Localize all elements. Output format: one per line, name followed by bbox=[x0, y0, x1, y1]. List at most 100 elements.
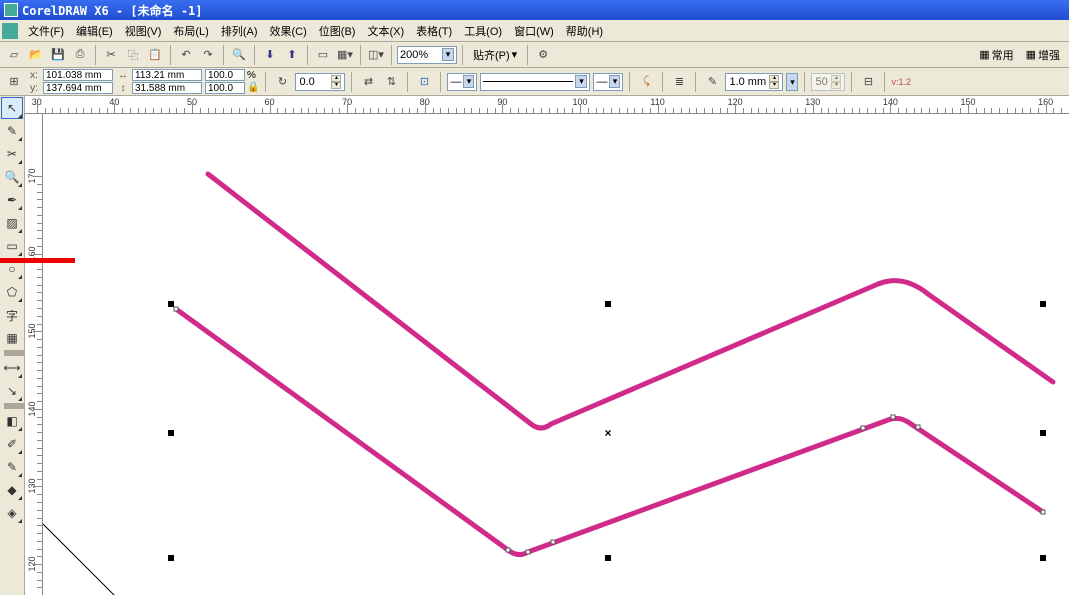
menu-item[interactable]: 效果(C) bbox=[264, 21, 313, 41]
wrap-text-button[interactable]: ≣ bbox=[669, 72, 689, 92]
new-button[interactable]: ▱ bbox=[4, 45, 24, 65]
menu-item[interactable]: 工具(O) bbox=[458, 21, 508, 41]
table-tool[interactable]: ▦ bbox=[1, 327, 23, 349]
undo-button[interactable]: ↶ bbox=[176, 45, 196, 65]
cut-button[interactable]: ✂ bbox=[101, 45, 121, 65]
menu-item[interactable]: 布局(L) bbox=[167, 21, 214, 41]
selection-handle[interactable] bbox=[1040, 301, 1046, 307]
scale-x-input[interactable]: 100.0 bbox=[205, 69, 245, 81]
curve-node[interactable] bbox=[1041, 510, 1046, 515]
curve-node[interactable] bbox=[506, 548, 511, 553]
curve-node[interactable] bbox=[861, 426, 866, 431]
freehand-tool[interactable]: ✒ bbox=[1, 189, 23, 211]
menu-item[interactable]: 编辑(E) bbox=[70, 21, 119, 41]
mirror-h-button[interactable]: ⇄ bbox=[358, 72, 378, 92]
doc-icon bbox=[2, 23, 18, 39]
publish-button[interactable]: ▭ bbox=[313, 45, 333, 65]
curve-node[interactable] bbox=[916, 425, 921, 430]
version-label: v:1.2 bbox=[891, 77, 911, 87]
open-button[interactable]: 📂 bbox=[26, 45, 46, 65]
lock-icon[interactable]: 🔒 bbox=[247, 82, 259, 93]
line-style-select[interactable]: ▾ bbox=[480, 73, 590, 91]
common-button[interactable]: ▦ 常用 bbox=[974, 45, 1018, 65]
width-input[interactable]: 113.21 mm bbox=[132, 69, 202, 81]
smart-fill-tool[interactable]: ▨ bbox=[1, 212, 23, 234]
flyout-indicator bbox=[18, 160, 22, 164]
zoom-tool[interactable]: 🔍 bbox=[1, 166, 23, 188]
export-button[interactable]: ⬆ bbox=[282, 45, 302, 65]
effects-tool[interactable]: ◧ bbox=[1, 410, 23, 432]
shape-tool[interactable]: ✎ bbox=[1, 120, 23, 142]
text-tool[interactable]: 字 bbox=[1, 304, 23, 326]
flyout-indicator bbox=[18, 450, 22, 454]
options-button[interactable]: ⚙ bbox=[533, 45, 553, 65]
redo-button[interactable]: ↷ bbox=[198, 45, 218, 65]
rectangle-tool[interactable]: ▭ bbox=[1, 235, 23, 257]
start-arrow-select[interactable]: —▾ bbox=[447, 73, 477, 91]
flyout-indicator bbox=[18, 298, 22, 302]
y-label-icon: y: bbox=[27, 82, 41, 94]
rotation-input[interactable]: 0.0 ▴▾ bbox=[295, 73, 345, 91]
menu-item[interactable]: 表格(T) bbox=[410, 21, 458, 41]
menu-item[interactable]: 位图(B) bbox=[313, 21, 362, 41]
connector-tool[interactable]: ↘ bbox=[1, 380, 23, 402]
selection-handle[interactable] bbox=[168, 430, 174, 436]
menu-item[interactable]: 帮助(H) bbox=[560, 21, 609, 41]
dimension-tool[interactable]: ⟷ bbox=[1, 357, 23, 379]
flyout-indicator bbox=[18, 183, 22, 187]
polygon-tool[interactable]: ⬠ bbox=[1, 281, 23, 303]
interactive-fill-tool[interactable]: ◈ bbox=[1, 502, 23, 524]
chevron-down-icon: ▾ bbox=[442, 48, 454, 61]
combine-button[interactable]: ⊡ bbox=[414, 72, 434, 92]
selection-center[interactable]: × bbox=[604, 426, 611, 440]
app-launcher-button[interactable]: ▦▾ bbox=[335, 45, 355, 65]
mirror-v-button[interactable]: ⇅ bbox=[381, 72, 401, 92]
search-button[interactable]: 🔍 bbox=[229, 45, 249, 65]
menu-item[interactable]: 文件(F) bbox=[22, 21, 70, 41]
selection-handle[interactable] bbox=[605, 301, 611, 307]
y-position-input[interactable]: 137.694 mm bbox=[43, 82, 113, 94]
import-button[interactable]: ⬇ bbox=[260, 45, 280, 65]
flyout-indicator bbox=[18, 206, 22, 210]
pick-tool[interactable]: ↖ bbox=[1, 97, 23, 119]
flyout-indicator bbox=[18, 137, 22, 141]
property-bar: ⊞ x: y: 101.038 mm 137.694 mm ↔ ↕ 113.21… bbox=[0, 68, 1069, 96]
convert-button[interactable]: ⊟ bbox=[858, 72, 878, 92]
selection-handle[interactable] bbox=[1040, 430, 1046, 436]
eyedropper-tool[interactable]: ✐ bbox=[1, 433, 23, 455]
selection-handle[interactable] bbox=[1040, 555, 1046, 561]
curve-node[interactable] bbox=[551, 540, 556, 545]
toolbox-separator bbox=[4, 403, 26, 409]
menu-item[interactable]: 文本(X) bbox=[361, 21, 410, 41]
chevron-down-icon[interactable]: ▾ bbox=[786, 73, 798, 91]
flyout-indicator bbox=[18, 427, 22, 431]
fill-tool[interactable]: ◆ bbox=[1, 479, 23, 501]
curve-node[interactable] bbox=[891, 415, 896, 420]
selection-handle[interactable] bbox=[168, 555, 174, 561]
curve-node[interactable] bbox=[526, 550, 531, 555]
menu-item[interactable]: 视图(V) bbox=[119, 21, 168, 41]
print-button[interactable]: ⎙ bbox=[70, 45, 90, 65]
welcome-button[interactable]: ◫▾ bbox=[366, 45, 386, 65]
selection-handle[interactable] bbox=[605, 555, 611, 561]
x-label-icon: x: bbox=[27, 69, 41, 81]
copy-button[interactable]: ⿻ bbox=[123, 45, 143, 65]
outline-tool[interactable]: ✎ bbox=[1, 456, 23, 478]
height-input[interactable]: 31.588 mm bbox=[132, 82, 202, 94]
menu-item[interactable]: 排列(A) bbox=[215, 21, 264, 41]
x-position-input[interactable]: 101.038 mm bbox=[43, 69, 113, 81]
close-curve-button[interactable]: ⤹ bbox=[636, 72, 656, 92]
end-arrow-select[interactable]: —▾ bbox=[593, 73, 623, 91]
curve-node[interactable] bbox=[174, 307, 179, 312]
enhance-button[interactable]: ▦ 增强 bbox=[1021, 45, 1065, 65]
scale-y-input[interactable]: 100.0 bbox=[205, 82, 245, 94]
crop-tool[interactable]: ✂ bbox=[1, 143, 23, 165]
snap-button[interactable]: 贴齐(P)▾ bbox=[468, 45, 522, 65]
drawing-canvas[interactable]: × bbox=[43, 114, 1069, 595]
paste-button[interactable]: 📋 bbox=[145, 45, 165, 65]
menu-item[interactable]: 窗口(W) bbox=[508, 21, 560, 41]
outline-width-input[interactable]: 1.0 mm ▴▾ bbox=[725, 73, 783, 91]
app-icon bbox=[4, 3, 18, 17]
zoom-select[interactable]: 200% ▾ bbox=[397, 46, 457, 64]
save-button[interactable]: 💾 bbox=[48, 45, 68, 65]
